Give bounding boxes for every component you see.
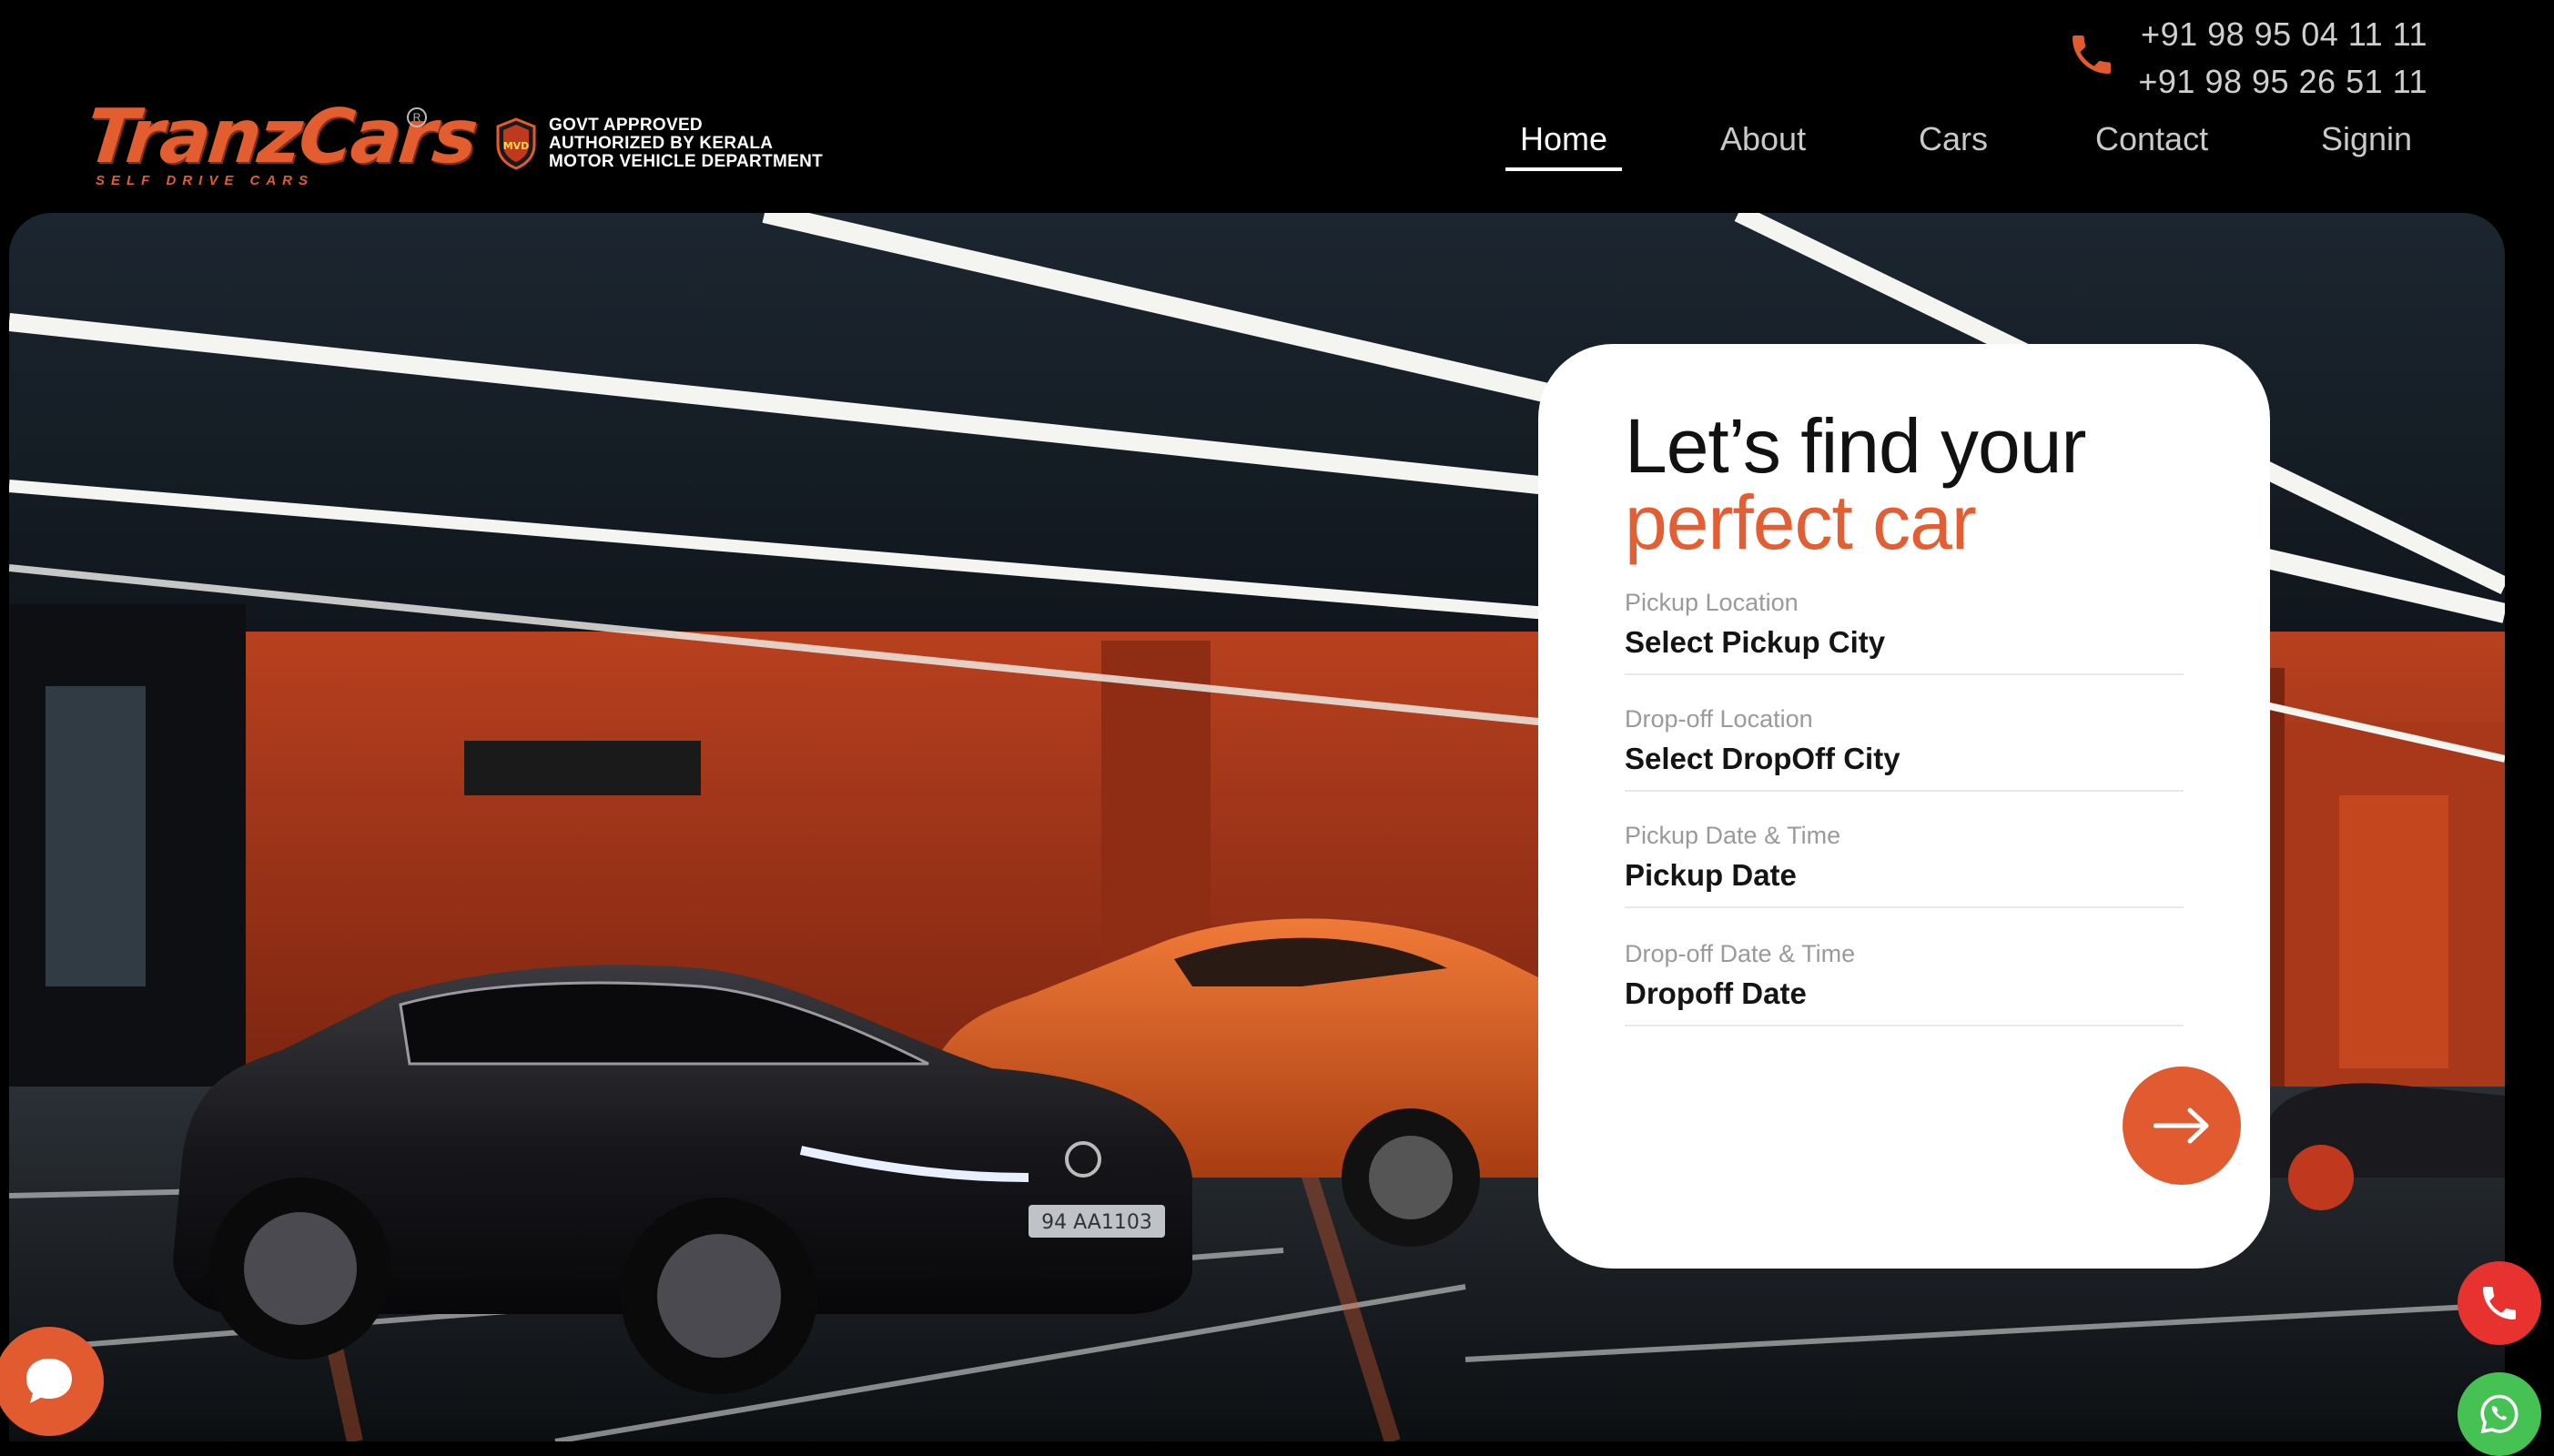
dropoff-date-field[interactable]: Drop-off Date & Time Dropoff Date xyxy=(1625,937,2184,1026)
nav-about[interactable]: About xyxy=(1720,116,1806,162)
dropoff-date-input[interactable]: Dropoff Date xyxy=(1625,974,1807,1014)
phone-number-2[interactable]: +91 98 95 26 51 11 xyxy=(2138,58,2427,106)
main-nav: Home About Cars Contact Signin xyxy=(1502,116,2430,171)
phone-call-icon xyxy=(2483,1287,2516,1320)
dropoff-location-select[interactable]: Select DropOff City xyxy=(1625,739,1900,779)
call-floating-button[interactable] xyxy=(2458,1261,2541,1345)
govt-approved-badge: MVD GOVT APPROVED AUTHORIZED BY KERALA M… xyxy=(494,116,823,171)
pickup-location-label: Pickup Location xyxy=(1625,589,1799,616)
nav-cars[interactable]: Cars xyxy=(1919,116,1988,162)
pickup-location-field[interactable]: Pickup Location Select Pickup City xyxy=(1625,586,2184,675)
search-submit-button[interactable] xyxy=(2123,1067,2241,1185)
header-phone-numbers: +91 98 95 04 11 11 +91 98 95 26 51 11 xyxy=(2138,11,2427,106)
logo-wordmark: TranzCars xyxy=(82,94,480,180)
license-plate-text: 94 AA1103 xyxy=(1041,1211,1152,1234)
arrow-right-icon xyxy=(2154,1107,2209,1144)
dropoff-location-field[interactable]: Drop-off Location Select DropOff City xyxy=(1625,703,2184,792)
phone-number-1[interactable]: +91 98 95 04 11 11 xyxy=(2138,11,2427,58)
brand-logo[interactable]: TranzCars SELF DRIVE CARS R xyxy=(82,94,480,191)
badge-line-1: GOVT APPROVED xyxy=(549,116,703,135)
card-title-line-2: perfect car xyxy=(1625,480,1977,565)
badge-line-3: MOTOR VEHICLE DEPARTMENT xyxy=(549,152,824,171)
pickup-date-field[interactable]: Pickup Date & Time Pickup Date xyxy=(1625,819,2184,908)
search-card: Let’s find your perfect car Pickup Locat… xyxy=(1538,344,2270,1269)
nav-home[interactable]: Home xyxy=(1505,116,1623,171)
pickup-location-select[interactable]: Select Pickup City xyxy=(1625,622,1885,662)
phone-icon xyxy=(2073,35,2111,74)
nav-signin[interactable]: Signin xyxy=(2321,116,2412,162)
registered-mark: R xyxy=(407,107,427,127)
dropoff-location-label: Drop-off Location xyxy=(1625,705,1813,733)
whatsapp-icon xyxy=(2480,1394,2519,1434)
nav-contact[interactable]: Contact xyxy=(2095,116,2208,162)
pickup-date-input[interactable]: Pickup Date xyxy=(1625,855,1797,895)
whatsapp-floating-button[interactable] xyxy=(2458,1372,2541,1456)
dropoff-date-label: Drop-off Date & Time xyxy=(1625,940,1856,967)
mvd-shield-icon: MVD xyxy=(496,117,536,170)
pickup-date-label: Pickup Date & Time xyxy=(1625,822,1841,849)
logo-tagline: SELF DRIVE CARS xyxy=(96,173,315,188)
chat-bubble-icon xyxy=(26,1359,72,1403)
badge-line-2: AUTHORIZED BY KERALA xyxy=(549,134,774,153)
mvd-emblem-text: MVD xyxy=(503,140,530,152)
card-title-line-1: Let’s find your xyxy=(1625,403,2086,489)
